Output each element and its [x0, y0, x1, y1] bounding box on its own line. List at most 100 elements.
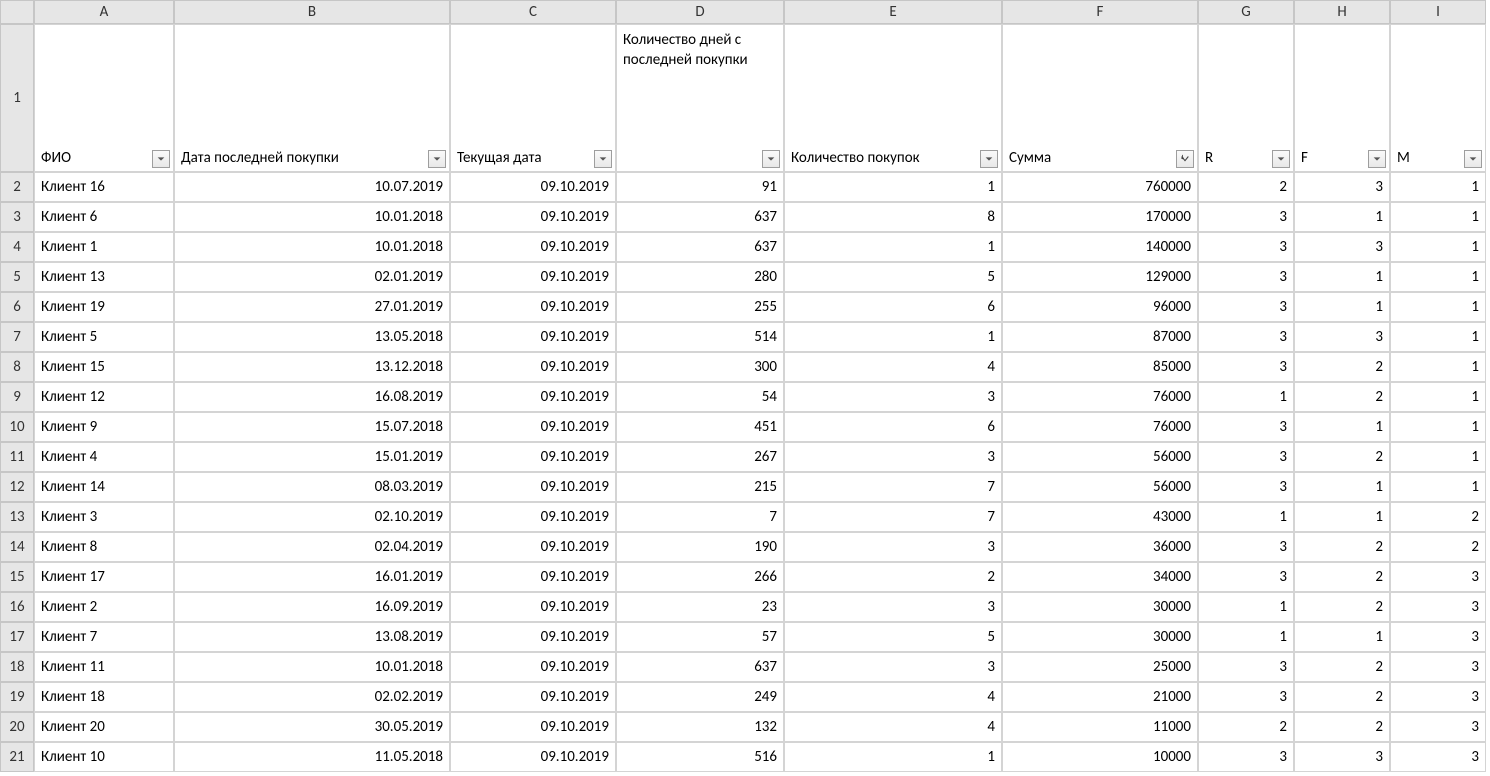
cell-C3[interactable]: 09.10.2019	[450, 202, 616, 232]
cell-I6[interactable]: 1	[1390, 292, 1486, 322]
spreadsheet-grid[interactable]: ABCDEFGHI1ФИОДата последней покупкиТекущ…	[0, 0, 1490, 772]
filter-dropdown-icon[interactable]	[1464, 150, 1482, 168]
cell-B21[interactable]: 11.05.2018	[174, 742, 450, 772]
cell-G3[interactable]: 3	[1198, 202, 1294, 232]
cell-E9[interactable]: 3	[784, 382, 1002, 412]
row-head-14[interactable]: 14	[0, 532, 34, 562]
cell-E8[interactable]: 4	[784, 352, 1002, 382]
cell-H21[interactable]: 3	[1294, 742, 1390, 772]
cell-D19[interactable]: 249	[616, 682, 784, 712]
cell-D17[interactable]: 57	[616, 622, 784, 652]
cell-D10[interactable]: 451	[616, 412, 784, 442]
row-head-7[interactable]: 7	[0, 322, 34, 352]
cell-I19[interactable]: 3	[1390, 682, 1486, 712]
cell-H3[interactable]: 1	[1294, 202, 1390, 232]
filter-dropdown-icon[interactable]	[1368, 150, 1386, 168]
column-head-B[interactable]: B	[174, 0, 450, 24]
cell-B6[interactable]: 27.01.2019	[174, 292, 450, 322]
cell-A2[interactable]: Клиент 16	[34, 172, 174, 202]
header-cell-B[interactable]: Дата последней покупки	[174, 24, 450, 172]
cell-A9[interactable]: Клиент 12	[34, 382, 174, 412]
cell-G5[interactable]: 3	[1198, 262, 1294, 292]
cell-C19[interactable]: 09.10.2019	[450, 682, 616, 712]
row-head-8[interactable]: 8	[0, 352, 34, 382]
cell-B16[interactable]: 16.09.2019	[174, 592, 450, 622]
cell-C8[interactable]: 09.10.2019	[450, 352, 616, 382]
cell-F6[interactable]: 96000	[1002, 292, 1198, 322]
cell-E20[interactable]: 4	[784, 712, 1002, 742]
cell-C7[interactable]: 09.10.2019	[450, 322, 616, 352]
column-head-C[interactable]: C	[450, 0, 616, 24]
cell-D4[interactable]: 637	[616, 232, 784, 262]
header-cell-A[interactable]: ФИО	[34, 24, 174, 172]
cell-F8[interactable]: 85000	[1002, 352, 1198, 382]
cell-F17[interactable]: 30000	[1002, 622, 1198, 652]
filter-dropdown-icon[interactable]	[980, 150, 998, 168]
cell-E12[interactable]: 7	[784, 472, 1002, 502]
cell-H9[interactable]: 2	[1294, 382, 1390, 412]
cell-D20[interactable]: 132	[616, 712, 784, 742]
cell-F15[interactable]: 34000	[1002, 562, 1198, 592]
cell-I3[interactable]: 1	[1390, 202, 1486, 232]
cell-C4[interactable]: 09.10.2019	[450, 232, 616, 262]
cell-F16[interactable]: 30000	[1002, 592, 1198, 622]
cell-B10[interactable]: 15.07.2018	[174, 412, 450, 442]
cell-H14[interactable]: 2	[1294, 532, 1390, 562]
row-head-16[interactable]: 16	[0, 592, 34, 622]
row-head-18[interactable]: 18	[0, 652, 34, 682]
cell-F19[interactable]: 21000	[1002, 682, 1198, 712]
cell-G18[interactable]: 3	[1198, 652, 1294, 682]
cell-B17[interactable]: 13.08.2019	[174, 622, 450, 652]
cell-G6[interactable]: 3	[1198, 292, 1294, 322]
cell-E6[interactable]: 6	[784, 292, 1002, 322]
column-head-I[interactable]: I	[1390, 0, 1486, 24]
cell-C11[interactable]: 09.10.2019	[450, 442, 616, 472]
cell-A18[interactable]: Клиент 11	[34, 652, 174, 682]
cell-G11[interactable]: 3	[1198, 442, 1294, 472]
cell-C5[interactable]: 09.10.2019	[450, 262, 616, 292]
cell-D14[interactable]: 190	[616, 532, 784, 562]
cell-H2[interactable]: 3	[1294, 172, 1390, 202]
header-cell-I[interactable]: M	[1390, 24, 1486, 172]
cell-E13[interactable]: 7	[784, 502, 1002, 532]
cell-F2[interactable]: 760000	[1002, 172, 1198, 202]
cell-B19[interactable]: 02.02.2019	[174, 682, 450, 712]
cell-A7[interactable]: Клиент 5	[34, 322, 174, 352]
cell-H12[interactable]: 1	[1294, 472, 1390, 502]
cell-G17[interactable]: 1	[1198, 622, 1294, 652]
row-head-12[interactable]: 12	[0, 472, 34, 502]
cell-H8[interactable]: 2	[1294, 352, 1390, 382]
cell-B13[interactable]: 02.10.2019	[174, 502, 450, 532]
cell-E11[interactable]: 3	[784, 442, 1002, 472]
header-cell-C[interactable]: Текущая дата	[450, 24, 616, 172]
cell-C16[interactable]: 09.10.2019	[450, 592, 616, 622]
column-head-A[interactable]: A	[34, 0, 174, 24]
cell-H6[interactable]: 1	[1294, 292, 1390, 322]
cell-G21[interactable]: 3	[1198, 742, 1294, 772]
cell-A16[interactable]: Клиент 2	[34, 592, 174, 622]
cell-C14[interactable]: 09.10.2019	[450, 532, 616, 562]
cell-G9[interactable]: 1	[1198, 382, 1294, 412]
cell-G13[interactable]: 1	[1198, 502, 1294, 532]
header-cell-F[interactable]: Сумма	[1002, 24, 1198, 172]
cell-B18[interactable]: 10.01.2018	[174, 652, 450, 682]
cell-E10[interactable]: 6	[784, 412, 1002, 442]
row-head-17[interactable]: 17	[0, 622, 34, 652]
cell-I5[interactable]: 1	[1390, 262, 1486, 292]
cell-C2[interactable]: 09.10.2019	[450, 172, 616, 202]
cell-H19[interactable]: 2	[1294, 682, 1390, 712]
cell-D16[interactable]: 23	[616, 592, 784, 622]
cell-H15[interactable]: 2	[1294, 562, 1390, 592]
cell-F10[interactable]: 76000	[1002, 412, 1198, 442]
cell-I11[interactable]: 1	[1390, 442, 1486, 472]
cell-E14[interactable]: 3	[784, 532, 1002, 562]
cell-A8[interactable]: Клиент 15	[34, 352, 174, 382]
cell-E15[interactable]: 2	[784, 562, 1002, 592]
cell-F5[interactable]: 129000	[1002, 262, 1198, 292]
filter-dropdown-icon[interactable]	[428, 150, 446, 168]
cell-I2[interactable]: 1	[1390, 172, 1486, 202]
cell-G20[interactable]: 2	[1198, 712, 1294, 742]
cell-F21[interactable]: 10000	[1002, 742, 1198, 772]
row-head-6[interactable]: 6	[0, 292, 34, 322]
row-head-5[interactable]: 5	[0, 262, 34, 292]
